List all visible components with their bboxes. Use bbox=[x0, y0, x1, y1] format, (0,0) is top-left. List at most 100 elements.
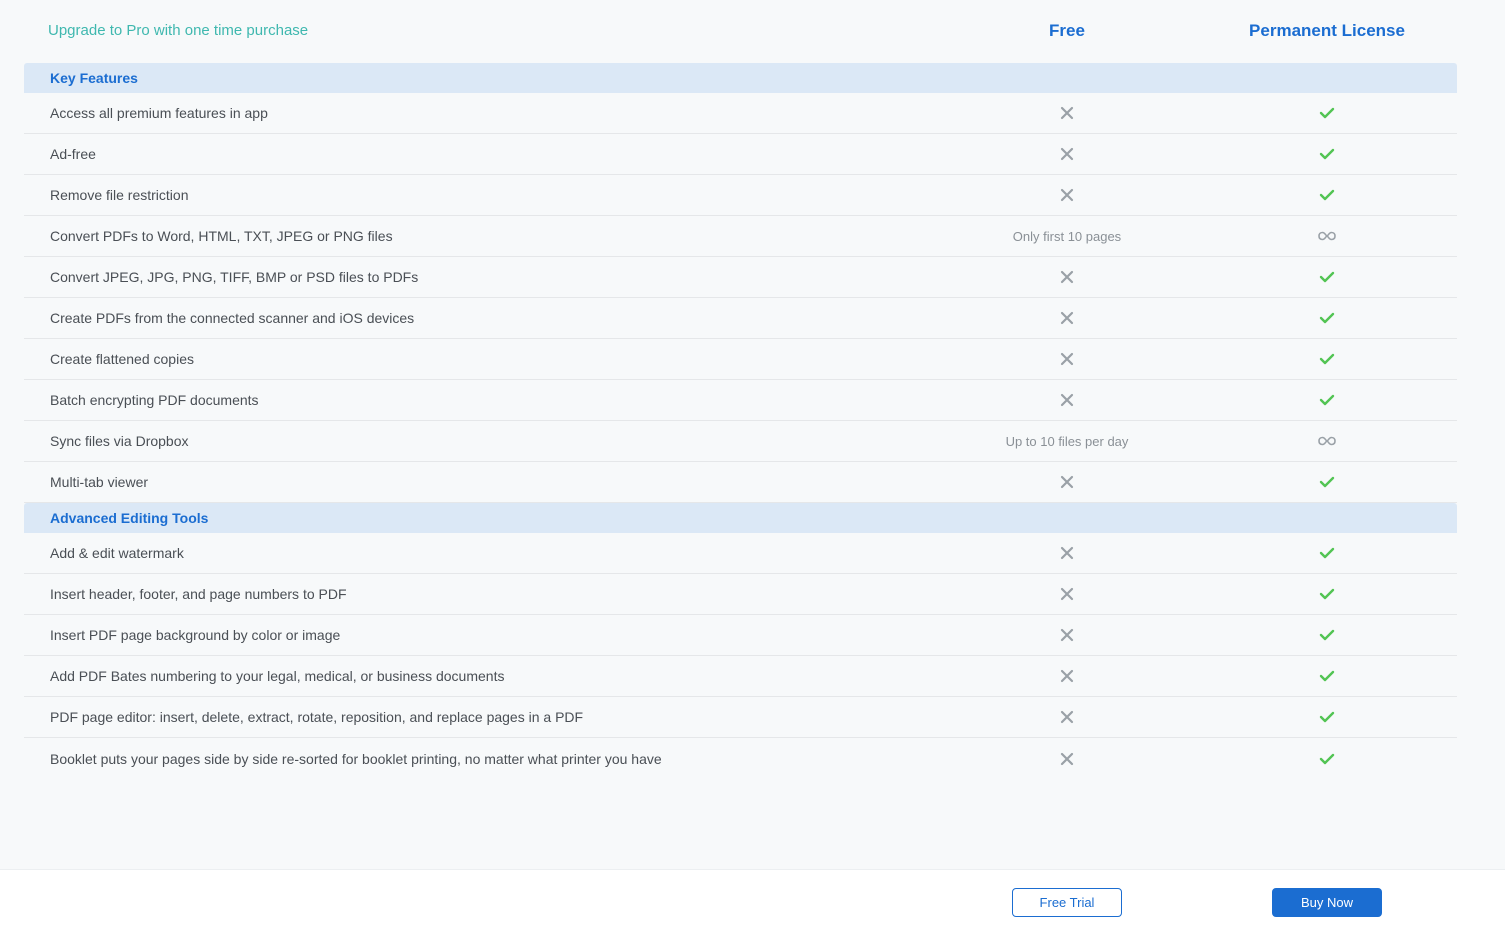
cross-icon bbox=[1060, 147, 1074, 161]
feature-cell-free bbox=[937, 352, 1197, 366]
check-icon bbox=[1319, 753, 1335, 765]
plan-name-permanent: Permanent License bbox=[1197, 20, 1457, 41]
feature-cell-free bbox=[937, 628, 1197, 642]
free-trial-button[interactable]: Free Trial bbox=[1012, 888, 1122, 917]
feature-cell-pro bbox=[1197, 436, 1457, 446]
feature-row: Access all premium features in app bbox=[24, 93, 1457, 134]
cross-icon bbox=[1060, 546, 1074, 560]
feature-label: Insert header, footer, and page numbers … bbox=[50, 586, 937, 602]
feature-row: Convert JPEG, JPG, PNG, TIFF, BMP or PSD… bbox=[24, 257, 1457, 298]
feature-cell-pro bbox=[1197, 753, 1457, 765]
feature-cell-free bbox=[937, 393, 1197, 407]
feature-row: Ad-free bbox=[24, 134, 1457, 175]
feature-label: Insert PDF page background by color or i… bbox=[50, 627, 937, 643]
feature-cell-free bbox=[937, 188, 1197, 202]
cross-icon bbox=[1060, 393, 1074, 407]
feature-cell-free bbox=[937, 669, 1197, 683]
feature-label: Add PDF Bates numbering to your legal, m… bbox=[50, 668, 937, 684]
feature-cell-free: Only first 10 pages bbox=[937, 229, 1197, 244]
feature-cell-free bbox=[937, 311, 1197, 325]
feature-cell-pro bbox=[1197, 547, 1457, 559]
feature-row: Batch encrypting PDF documents bbox=[24, 380, 1457, 421]
feature-cell-free bbox=[937, 752, 1197, 766]
section-header: Advanced Editing Tools bbox=[24, 503, 1457, 533]
feature-row: Remove file restriction bbox=[24, 175, 1457, 216]
feature-cell-free: Up to 10 files per day bbox=[937, 434, 1197, 449]
cross-icon bbox=[1060, 106, 1074, 120]
check-icon bbox=[1319, 629, 1335, 641]
check-icon bbox=[1319, 189, 1335, 201]
feature-cell-free bbox=[937, 270, 1197, 284]
check-icon bbox=[1319, 107, 1335, 119]
comparison-header: Upgrade to Pro with one time purchase Fr… bbox=[0, 0, 1505, 51]
check-icon bbox=[1319, 148, 1335, 160]
check-icon bbox=[1319, 312, 1335, 324]
check-icon bbox=[1319, 547, 1335, 559]
feature-row: Insert header, footer, and page numbers … bbox=[24, 574, 1457, 615]
feature-table-scroll[interactable]: Key Features Access all premium features … bbox=[0, 51, 1505, 869]
feature-cell-free bbox=[937, 106, 1197, 120]
feature-row: PDF page editor: insert, delete, extract… bbox=[24, 697, 1457, 738]
cross-icon bbox=[1060, 188, 1074, 202]
plan-col-permanent: Permanent License bbox=[1197, 20, 1457, 41]
section-header: Key Features bbox=[24, 63, 1457, 93]
check-icon bbox=[1319, 670, 1335, 682]
feature-row: Multi-tab viewer bbox=[24, 462, 1457, 503]
cross-icon bbox=[1060, 352, 1074, 366]
feature-label: Create PDFs from the connected scanner a… bbox=[50, 310, 937, 326]
feature-row: Booklet puts your pages side by side re-… bbox=[24, 738, 1457, 779]
feature-row: Insert PDF page background by color or i… bbox=[24, 615, 1457, 656]
feature-label: Sync files via Dropbox bbox=[50, 433, 937, 449]
feature-label: Ad-free bbox=[50, 146, 937, 162]
feature-cell-free bbox=[937, 587, 1197, 601]
feature-cell-pro bbox=[1197, 189, 1457, 201]
cross-icon bbox=[1060, 752, 1074, 766]
feature-label: Create flattened copies bbox=[50, 351, 937, 367]
feature-cell-free bbox=[937, 710, 1197, 724]
feature-label: Add & edit watermark bbox=[50, 545, 937, 561]
feature-cell-pro bbox=[1197, 312, 1457, 324]
page-title: Upgrade to Pro with one time purchase bbox=[48, 22, 937, 39]
feature-cell-free bbox=[937, 546, 1197, 560]
feature-label: Access all premium features in app bbox=[50, 105, 937, 121]
feature-cell-pro bbox=[1197, 107, 1457, 119]
check-icon bbox=[1319, 711, 1335, 723]
check-icon bbox=[1319, 271, 1335, 283]
feature-row: Add & edit watermark bbox=[24, 533, 1457, 574]
plan-col-free: Free bbox=[937, 20, 1197, 41]
feature-label: Remove file restriction bbox=[50, 187, 937, 203]
cross-icon bbox=[1060, 628, 1074, 642]
check-icon bbox=[1319, 476, 1335, 488]
cross-icon bbox=[1060, 587, 1074, 601]
feature-cell-free bbox=[937, 475, 1197, 489]
feature-cell-pro bbox=[1197, 394, 1457, 406]
feature-cell-pro bbox=[1197, 711, 1457, 723]
feature-cell-pro bbox=[1197, 670, 1457, 682]
feature-row: Create PDFs from the connected scanner a… bbox=[24, 298, 1457, 339]
feature-cell-pro bbox=[1197, 476, 1457, 488]
feature-cell-pro bbox=[1197, 271, 1457, 283]
feature-cell-pro bbox=[1197, 148, 1457, 160]
feature-row: Convert PDFs to Word, HTML, TXT, JPEG or… bbox=[24, 216, 1457, 257]
feature-cell-pro bbox=[1197, 629, 1457, 641]
footer-bar: Free Trial Buy Now bbox=[0, 869, 1505, 935]
feature-label: Booklet puts your pages side by side re-… bbox=[50, 751, 937, 767]
infinity-icon bbox=[1318, 436, 1336, 446]
feature-label: Convert PDFs to Word, HTML, TXT, JPEG or… bbox=[50, 228, 937, 244]
feature-cell-text: Only first 10 pages bbox=[1013, 229, 1121, 244]
feature-row: Add PDF Bates numbering to your legal, m… bbox=[24, 656, 1457, 697]
feature-label: Convert JPEG, JPG, PNG, TIFF, BMP or PSD… bbox=[50, 269, 937, 285]
feature-row: Create flattened copies bbox=[24, 339, 1457, 380]
feature-label: Batch encrypting PDF documents bbox=[50, 392, 937, 408]
cross-icon bbox=[1060, 669, 1074, 683]
footer-slot-pro: Buy Now bbox=[1197, 888, 1457, 917]
feature-cell-free bbox=[937, 147, 1197, 161]
buy-now-button[interactable]: Buy Now bbox=[1272, 888, 1382, 917]
plan-columns-header: Free Permanent License bbox=[937, 20, 1457, 41]
cross-icon bbox=[1060, 710, 1074, 724]
feature-cell-pro bbox=[1197, 353, 1457, 365]
check-icon bbox=[1319, 353, 1335, 365]
feature-cell-text: Up to 10 files per day bbox=[1006, 434, 1129, 449]
cross-icon bbox=[1060, 311, 1074, 325]
feature-cell-pro bbox=[1197, 588, 1457, 600]
